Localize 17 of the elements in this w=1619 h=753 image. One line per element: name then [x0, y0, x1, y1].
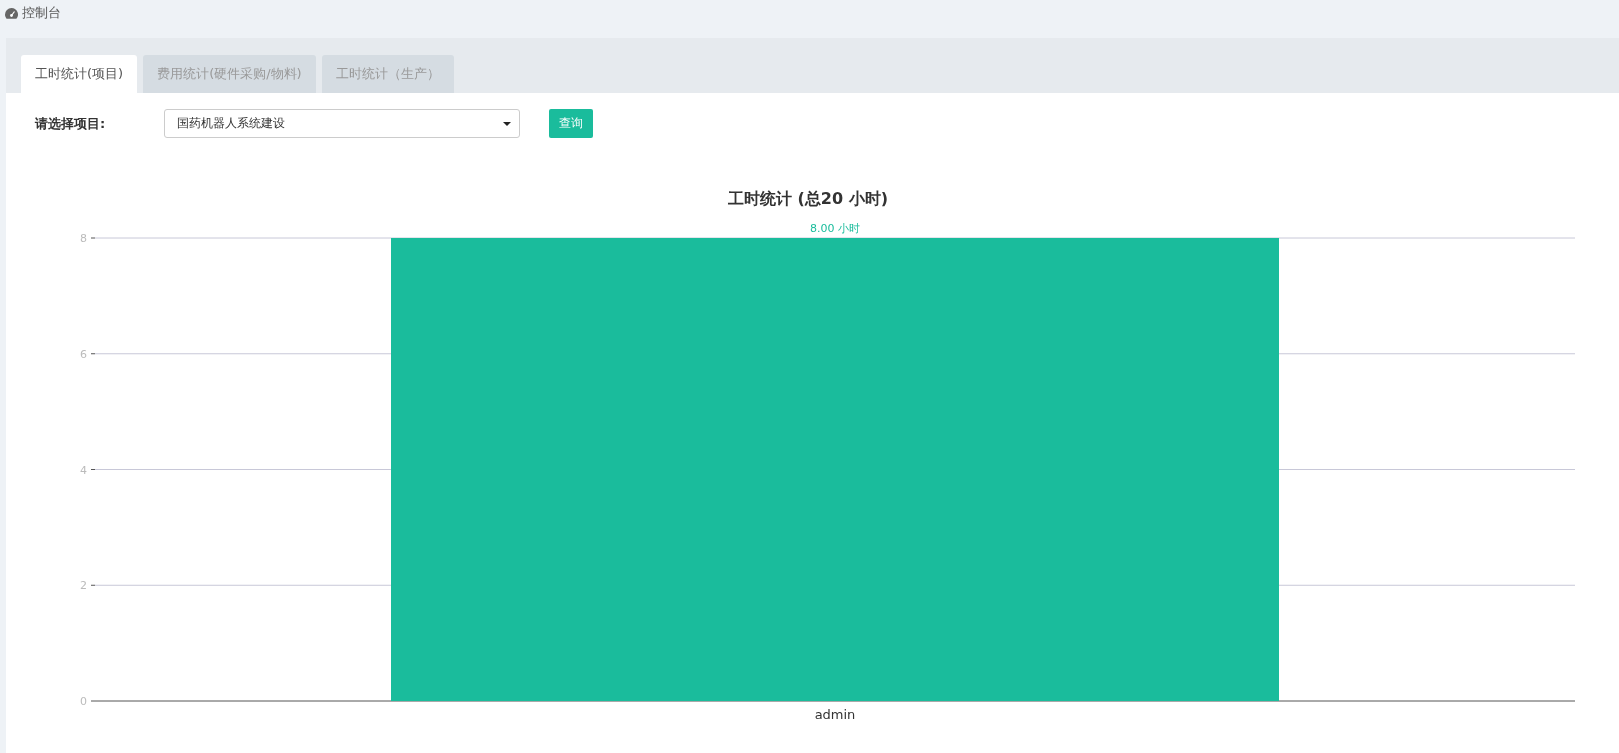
project-label: 请选择项目:: [35, 114, 107, 133]
y-tick-label: 4: [80, 463, 87, 477]
y-tick-label: 8: [80, 232, 87, 245]
bar-value-label: 8.00 小时: [810, 222, 860, 235]
breadcrumb-title: 控制台: [22, 4, 61, 22]
caret-icon: [503, 121, 511, 126]
x-axis-label: admin: [814, 707, 856, 722]
chart-title: 工时统计 (总20 小时): [728, 189, 888, 208]
dashboard-icon: [5, 7, 18, 19]
tab[interactable]: 工时统计(项目): [21, 55, 138, 93]
y-tick-label: 2: [80, 579, 87, 593]
project-select[interactable]: 国药机器人系统建设: [164, 109, 520, 138]
tab[interactable]: 费用统计(硬件采购/物料): [143, 55, 316, 93]
query-button[interactable]: 查询: [549, 109, 593, 138]
y-tick-label: 0: [80, 695, 87, 708]
tab[interactable]: 工时统计（生产）: [321, 55, 454, 93]
y-tick-label: 6: [80, 347, 87, 361]
